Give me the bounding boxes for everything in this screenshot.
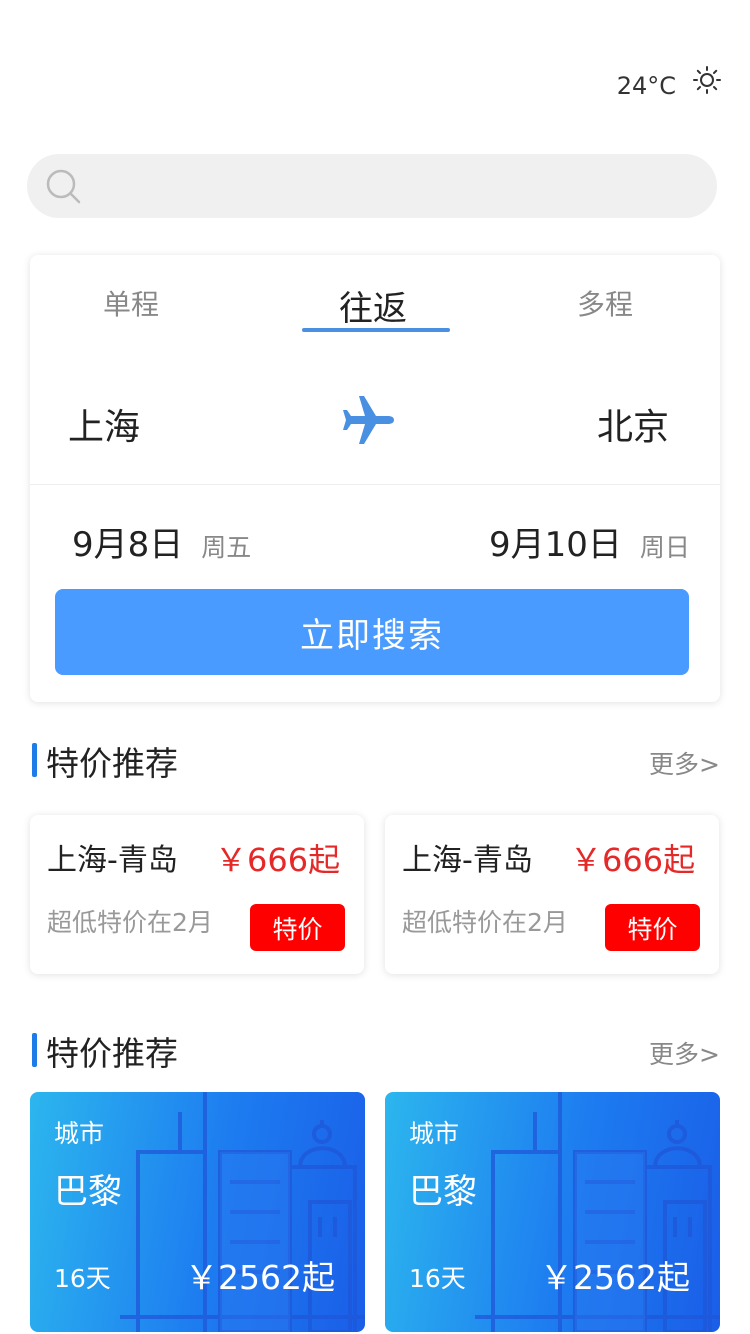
return-date-value: 9月10日 — [489, 525, 622, 565]
more-link[interactable]: 更多> — [649, 745, 720, 781]
deal-route: 上海-青岛 — [47, 843, 178, 878]
deal-description: 超低特价在2月 — [402, 908, 568, 937]
trip-type-tabs: 单程 往返 多程 — [30, 255, 720, 345]
city-card-label: 城市 — [54, 1119, 105, 1148]
divider — [30, 484, 720, 485]
tab-round-trip[interactable]: 往返 — [339, 281, 407, 330]
return-date[interactable]: 9月10日 周日 — [489, 517, 690, 566]
weather-widget: 24°C — [616, 66, 722, 100]
flight-booking-card: 单程 往返 多程 上海 北京 9月8日 周五 9月10日 周日 立即搜索 — [30, 255, 720, 702]
section-title: 特价推荐 — [46, 744, 178, 783]
city-price: ￥2562起 — [540, 1258, 690, 1297]
section-title: 特价推荐 — [46, 1034, 178, 1073]
return-weekday: 周日 — [639, 533, 690, 562]
deal-price: ￥666起 — [215, 841, 341, 879]
deal-card[interactable]: 上海-青岛 ￥666起 超低特价在2月 特价 — [385, 815, 719, 974]
from-city[interactable]: 上海 — [68, 398, 140, 450]
search-icon — [46, 169, 81, 204]
more-link[interactable]: 更多> — [649, 1035, 720, 1071]
deal-description: 超低特价在2月 — [47, 908, 213, 937]
deal-price: ￥666起 — [570, 841, 696, 879]
search-bar[interactable] — [27, 154, 717, 218]
sun-icon — [693, 66, 721, 94]
tab-one-way[interactable]: 单程 — [103, 283, 159, 323]
airplane-icon[interactable] — [338, 390, 398, 450]
special-price-badge: 特价 — [250, 904, 345, 951]
depart-date[interactable]: 9月8日 周五 — [72, 517, 251, 566]
trip-days: 16天 — [409, 1264, 466, 1293]
to-city[interactable]: 北京 — [597, 398, 669, 450]
city-deal-card[interactable]: 城市 巴黎 16天 ￥2562起 — [30, 1092, 365, 1332]
city-name: 巴黎 — [409, 1172, 477, 1212]
deals-section-header: 特价推荐 更多> — [32, 741, 722, 783]
trip-days: 16天 — [54, 1264, 111, 1293]
special-price-badge: 特价 — [605, 904, 700, 951]
search-now-button[interactable]: 立即搜索 — [55, 589, 689, 675]
section-accent-bar — [32, 743, 37, 777]
city-price: ￥2562起 — [185, 1258, 335, 1297]
city-section-header: 特价推荐 更多> — [32, 1031, 722, 1073]
city-card-label: 城市 — [409, 1119, 460, 1148]
city-name: 巴黎 — [54, 1172, 122, 1212]
deal-card[interactable]: 上海-青岛 ￥666起 超低特价在2月 特价 — [30, 815, 364, 974]
tab-multi-city[interactable]: 多程 — [577, 283, 633, 323]
depart-weekday: 周五 — [201, 533, 252, 562]
active-tab-indicator — [302, 328, 450, 332]
city-deal-card[interactable]: 城市 巴黎 16天 ￥2562起 — [385, 1092, 720, 1332]
section-accent-bar — [32, 1033, 37, 1067]
deal-route: 上海-青岛 — [402, 843, 533, 878]
search-input[interactable] — [97, 154, 697, 218]
temperature: 24°C — [616, 72, 676, 100]
depart-date-value: 9月8日 — [72, 525, 184, 565]
